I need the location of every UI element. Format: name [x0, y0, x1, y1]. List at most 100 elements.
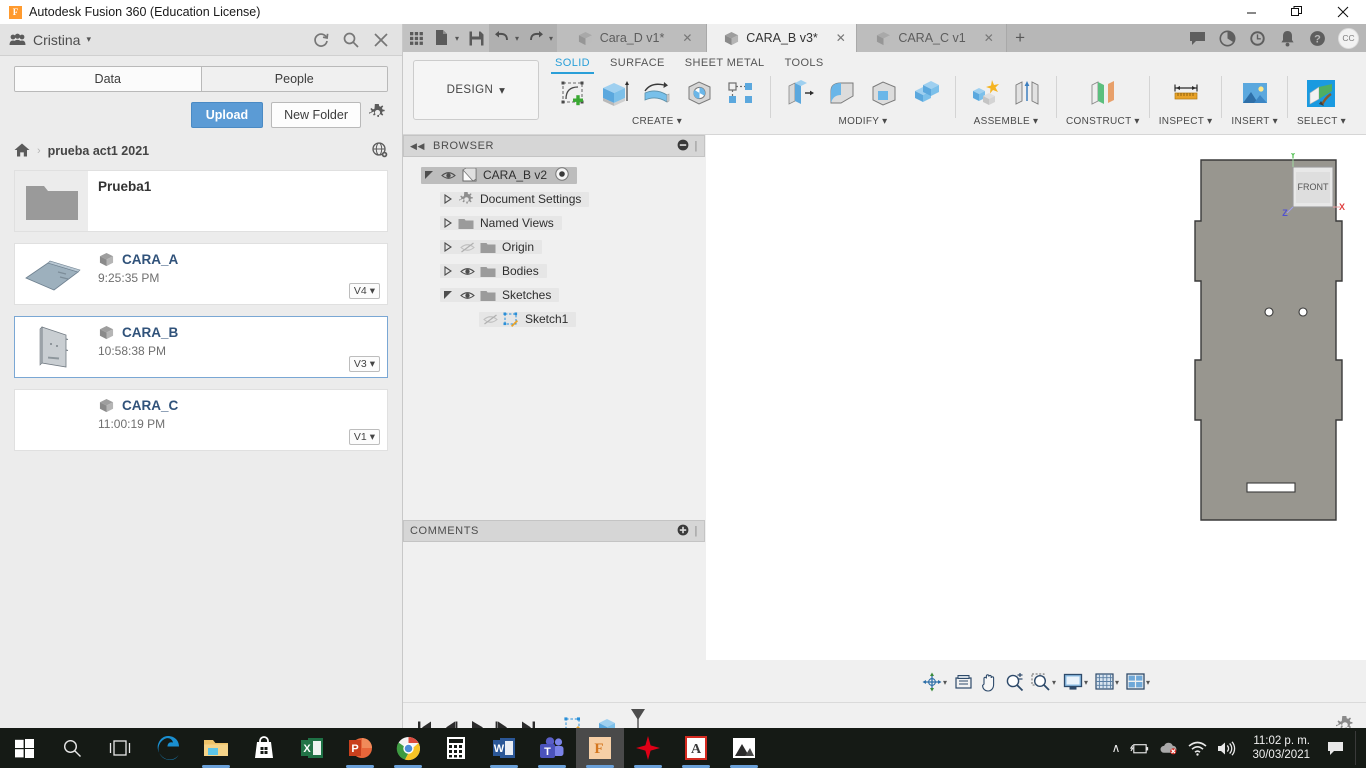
explorer-button[interactable]: [192, 728, 240, 768]
add-comment-button[interactable]: [677, 524, 689, 539]
workspace-selector[interactable]: DESIGN ▾: [413, 60, 539, 120]
visibility-toggle[interactable]: [437, 170, 459, 181]
close-tab-button[interactable]: ✕: [836, 31, 846, 45]
ribbon-group-label[interactable]: CREATE ▾: [632, 116, 682, 127]
viewports-button[interactable]: ▾: [1123, 669, 1153, 695]
list-item-cara-a[interactable]: CARA_A 9:25:35 PM V4 ▾: [14, 243, 388, 305]
chevron-down-icon[interactable]: ▾: [1146, 678, 1150, 687]
tree-node-cara-b[interactable]: CARA_B v2: [403, 163, 705, 187]
search-button[interactable]: [48, 728, 96, 768]
expander-collapsed-icon[interactable]: [440, 242, 456, 252]
select-button[interactable]: [1301, 74, 1341, 114]
panel-resize-handle[interactable]: |: [695, 140, 698, 152]
save-button[interactable]: [463, 24, 489, 52]
onedrive-button[interactable]: [1159, 738, 1178, 758]
powerpoint-button[interactable]: P: [336, 728, 384, 768]
visibility-toggle[interactable]: [456, 266, 478, 277]
tree-node-sketches[interactable]: Sketches: [403, 283, 705, 307]
home-icon[interactable]: [14, 143, 30, 160]
app-grid-button[interactable]: [403, 24, 429, 52]
orbit-button[interactable]: ▾: [919, 669, 950, 695]
measure-button[interactable]: [1166, 74, 1206, 114]
display-settings-button[interactable]: ▾: [1060, 669, 1091, 695]
extrude-button[interactable]: [595, 74, 635, 114]
ribbon-group-label[interactable]: MODIFY ▾: [839, 116, 888, 127]
share-globe-button[interactable]: [372, 141, 388, 161]
version-selector[interactable]: V1 ▾: [348, 429, 380, 445]
version-selector[interactable]: V3 ▾: [348, 356, 380, 372]
word-button[interactable]: W: [480, 728, 528, 768]
shell-button[interactable]: [864, 74, 904, 114]
expander-collapsed-icon[interactable]: [440, 266, 456, 276]
tab-sheet-metal[interactable]: SHEET METAL: [675, 52, 775, 73]
upload-button[interactable]: Upload: [190, 102, 264, 128]
new-component-button[interactable]: [965, 74, 1005, 114]
insert-image-button[interactable]: [1235, 74, 1275, 114]
new-folder-button[interactable]: New Folder: [271, 102, 361, 128]
pan-button[interactable]: [977, 669, 1001, 695]
view-cube[interactable]: FRONT Y X Z: [1276, 150, 1346, 223]
edge-button[interactable]: [144, 728, 192, 768]
panel-resize-handle[interactable]: |: [695, 525, 698, 537]
show-desktop-button[interactable]: [1355, 731, 1358, 765]
expander-expanded-icon[interactable]: [440, 290, 456, 300]
tree-node-document-settings[interactable]: Document Settings: [403, 187, 705, 211]
refresh-button[interactable]: [307, 26, 335, 54]
chevron-down-icon[interactable]: ▾: [1052, 678, 1056, 687]
new-file-caret[interactable]: ▾: [455, 24, 463, 52]
collapse-left-icon[interactable]: ◀◀: [410, 141, 425, 152]
chrome-button[interactable]: [384, 728, 432, 768]
activate-component-button[interactable]: [555, 166, 569, 184]
fillet-button[interactable]: [822, 74, 862, 114]
tab-data[interactable]: Data: [15, 67, 201, 91]
tab-solid[interactable]: SOLID: [545, 52, 600, 74]
breadcrumb-current[interactable]: prueba act1 2021: [48, 144, 149, 158]
close-button[interactable]: [1320, 0, 1366, 24]
undo-caret[interactable]: ▾: [515, 24, 524, 52]
pattern-button[interactable]: [721, 74, 761, 114]
avatar[interactable]: CC: [1338, 27, 1359, 49]
revolve-button[interactable]: [637, 74, 677, 114]
visibility-toggle[interactable]: [456, 242, 478, 253]
ribbon-group-label[interactable]: INSPECT ▾: [1159, 116, 1213, 127]
sweep-button[interactable]: [679, 74, 719, 114]
visibility-toggle[interactable]: [479, 314, 501, 325]
close-tab-button[interactable]: ✕: [984, 31, 994, 45]
ribbon-group-label[interactable]: INSERT ▾: [1231, 116, 1278, 127]
start-button[interactable]: [0, 728, 48, 768]
help-button[interactable]: ?: [1304, 24, 1331, 52]
tree-node-origin[interactable]: Origin: [403, 235, 705, 259]
expander-collapsed-icon[interactable]: [440, 194, 456, 204]
new-tab-button[interactable]: +: [1007, 24, 1034, 52]
list-item-cara-c[interactable]: CARA_C 11:00:19 PM V1 ▾: [14, 389, 388, 451]
excel-button[interactable]: X: [288, 728, 336, 768]
user-name[interactable]: Cristina: [33, 32, 80, 48]
tab-tools[interactable]: TOOLS: [775, 52, 834, 73]
store-button[interactable]: [240, 728, 288, 768]
teams-button[interactable]: T: [528, 728, 576, 768]
minimize-panel-button[interactable]: [677, 139, 689, 154]
fit-button[interactable]: ▾: [1028, 669, 1059, 695]
show-hidden-icons-button[interactable]: ∧: [1112, 741, 1121, 755]
tab-people[interactable]: People: [200, 67, 387, 91]
battery-button[interactable]: [1130, 738, 1149, 758]
minimize-button[interactable]: [1228, 0, 1274, 24]
tree-node-sketch1[interactable]: Sketch1: [403, 307, 705, 331]
ribbon-group-label[interactable]: SELECT ▾: [1297, 116, 1346, 127]
chevron-down-icon[interactable]: ▾: [86, 34, 91, 45]
job-status-button[interactable]: [1214, 24, 1241, 52]
task-view-button[interactable]: [96, 728, 144, 768]
create-sketch-button[interactable]: [553, 74, 593, 114]
redo-caret[interactable]: ▾: [549, 24, 558, 52]
zoom-window-button[interactable]: [951, 669, 976, 695]
volume-button[interactable]: [1217, 738, 1236, 758]
acrobat-button[interactable]: A: [672, 728, 720, 768]
close-tab-button[interactable]: ✕: [682, 31, 692, 45]
list-item-folder[interactable]: Prueba1: [14, 170, 388, 232]
vegas-button[interactable]: [624, 728, 672, 768]
calculator-button[interactable]: [432, 728, 480, 768]
joint-button[interactable]: [1007, 74, 1047, 114]
wifi-button[interactable]: [1188, 738, 1207, 758]
tree-node-bodies[interactable]: Bodies: [403, 259, 705, 283]
chevron-down-icon[interactable]: ▾: [1084, 678, 1088, 687]
